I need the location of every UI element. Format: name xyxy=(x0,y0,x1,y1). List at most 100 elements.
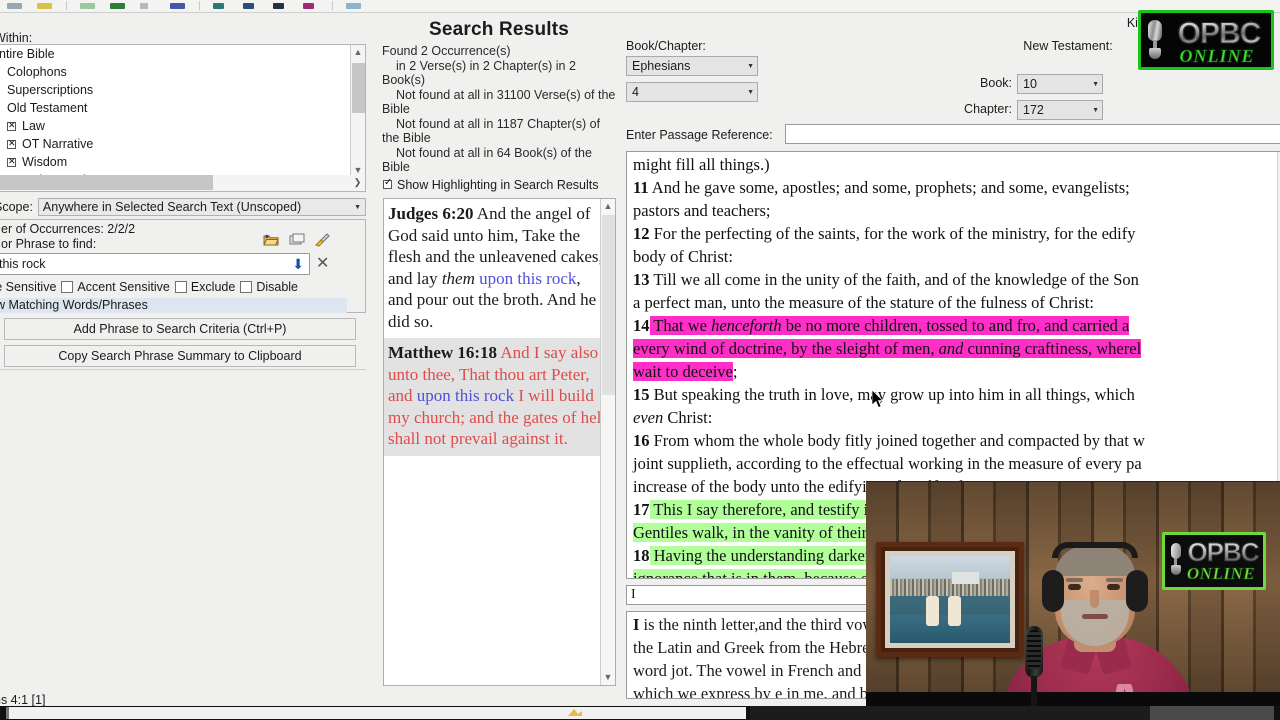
dropdown-arrow-icon[interactable]: ⬇ xyxy=(292,256,307,273)
book-green-icon[interactable] xyxy=(79,0,97,12)
taskbar-segment[interactable] xyxy=(1150,706,1274,720)
book-value: Ephesians xyxy=(632,59,691,73)
within-tree-item[interactable]: OT Narrative xyxy=(0,135,365,153)
checkbox-icon[interactable] xyxy=(7,138,16,149)
copy-icon[interactable] xyxy=(289,233,305,247)
within-tree-item-label: Superscriptions xyxy=(7,83,94,97)
nt-book-label: Book: xyxy=(980,76,1012,90)
copy-summary-button[interactable]: Copy Search Phrase Summary to Clipboard xyxy=(4,345,356,367)
search-results-title: Search Results xyxy=(428,19,570,40)
show-matching-words-item[interactable]: ow Matching Words/Phrases xyxy=(0,298,347,313)
checkbox-icon[interactable] xyxy=(174,281,187,293)
toolbar[interactable] xyxy=(0,0,1280,13)
search-option[interactable]: Disable xyxy=(240,280,298,294)
bible-text-line: a perfect man, unto the measure of the s… xyxy=(633,291,1280,314)
nt-chapter-dropdown[interactable]: 172 ▼ xyxy=(1017,100,1103,120)
back-icon[interactable] xyxy=(6,0,24,12)
search-option[interactable]: Exclude xyxy=(174,280,235,294)
window-icon[interactable] xyxy=(345,0,363,12)
scrollbar-thumb[interactable] xyxy=(602,215,615,395)
scroll-down-icon[interactable]: ▼ xyxy=(601,670,615,685)
wrench-magenta-icon[interactable] xyxy=(302,0,320,12)
within-tree-item[interactable]: Old Testament xyxy=(0,99,365,117)
scroll-up-icon[interactable]: ▲ xyxy=(601,199,615,214)
within-list-scrollbar[interactable]: ▲ ▼ xyxy=(350,45,365,178)
within-tree-item[interactable]: Wisdom xyxy=(0,153,365,171)
clear-search-icon[interactable]: ✕ xyxy=(316,256,329,272)
search-results-stats: Found 2 Occurrence(s) in 2 Verse(s) in 2 … xyxy=(380,41,618,175)
within-horizontal-scrollbar[interactable]: ❯ xyxy=(0,175,366,192)
checkbox-icon[interactable] xyxy=(7,156,16,167)
toolbar-separator xyxy=(199,1,200,10)
search-option[interactable]: se Sensitive xyxy=(0,280,56,294)
show-highlighting-checkbox[interactable]: Show Highlighting in Search Results xyxy=(380,175,618,195)
verse-reference: Matthew 16:18 xyxy=(388,343,498,362)
search-input[interactable]: this rock ⬇ xyxy=(0,253,310,275)
broom-icon[interactable] xyxy=(315,233,331,247)
search-stat-line: Found 2 Occurrence(s) xyxy=(382,44,511,58)
bible-text-line: 11 And he gave some, apostles; and some,… xyxy=(633,176,1280,199)
search-result-verse[interactable]: Judges 6:20 And the angel of God said un… xyxy=(384,199,615,338)
bulb-icon[interactable] xyxy=(36,0,54,12)
chapter-dropdown[interactable]: 4 ▼ xyxy=(626,82,758,102)
bible-text-segment: 14 xyxy=(633,316,650,335)
taskbar-segment[interactable] xyxy=(750,706,1150,720)
taskbar-segment[interactable] xyxy=(1274,706,1280,720)
chevron-down-icon: ▼ xyxy=(1092,106,1099,114)
checkbox-icon[interactable] xyxy=(7,120,16,131)
within-tree-rows[interactable]: ntire Bible Colophons Superscriptions Old T… xyxy=(0,45,365,178)
mouse-cursor xyxy=(872,390,884,408)
within-tree-item[interactable]: ntire Bible xyxy=(0,45,365,63)
bible-text-segment: Till we all come in the unity of the fai… xyxy=(649,270,1139,289)
nt-book-dropdown[interactable]: 10 ▼ xyxy=(1017,74,1103,94)
left-panel-empty-area xyxy=(0,369,366,689)
passage-reference-input[interactable] xyxy=(785,124,1280,144)
bible-text-segment: wait to deceive xyxy=(633,362,733,381)
search-results-list[interactable]: Judges 6:20 And the angel of God said un… xyxy=(383,198,616,686)
taskbar[interactable] xyxy=(0,706,1280,720)
toolbar-separator xyxy=(332,1,333,10)
folder-open-icon[interactable] xyxy=(263,233,279,247)
scrollbar-thumb[interactable] xyxy=(352,63,365,113)
wrench-teal-icon[interactable] xyxy=(212,0,230,12)
arrow-green-icon[interactable] xyxy=(109,0,127,12)
bible-text-segment: a perfect man, unto the measure of the s… xyxy=(633,293,1094,312)
search-option-label: Accent Sensitive xyxy=(77,280,170,294)
bible-text-line: pastors and teachers; xyxy=(633,199,1280,222)
checkbox-icon[interactable] xyxy=(240,281,253,293)
scroll-up-icon[interactable]: ▲ xyxy=(351,45,365,60)
scroll-right-icon[interactable]: ❯ xyxy=(350,175,365,190)
bible-text-segment: every wind of doctrine, by the sleight o… xyxy=(633,339,939,358)
wrench-blue-icon[interactable] xyxy=(242,0,260,12)
bible-text-segment: 13 xyxy=(633,270,650,289)
within-tree-item[interactable]: Superscriptions xyxy=(0,81,365,99)
search-option[interactable]: Accent Sensitive xyxy=(61,280,170,294)
pencil-icon[interactable] xyxy=(139,0,157,12)
wrench-dark-icon[interactable] xyxy=(272,0,290,12)
search-result-verse[interactable]: Matthew 16:18 And I say also unto thee, … xyxy=(384,338,615,456)
within-tree-list[interactable]: ntire Bible Colophons Superscriptions Old T… xyxy=(0,44,366,179)
nt-chapter-value: 172 xyxy=(1023,103,1044,117)
webcam-overlay[interactable]: OPBC ONLINE xyxy=(866,481,1280,706)
scope-dropdown[interactable]: Anywhere in Selected Search Text (Unscop… xyxy=(37,198,366,216)
checkbox-icon[interactable] xyxy=(383,177,392,189)
book-blue-icon[interactable] xyxy=(169,0,187,12)
search-option-label: Disable xyxy=(256,280,298,294)
verse-text-segment: them xyxy=(441,268,475,288)
checkbox-icon[interactable] xyxy=(61,281,74,293)
taskbar-icon[interactable] xyxy=(566,707,584,719)
bible-text-segment: From whom the whole body fitly joined to… xyxy=(649,431,1145,450)
criteria-icon-group[interactable] xyxy=(263,233,331,247)
chevron-down-icon: ▼ xyxy=(747,88,754,96)
within-tree-item[interactable]: Colophons xyxy=(0,63,365,81)
book-dropdown[interactable]: Ephesians ▼ xyxy=(626,56,758,76)
hscrollbar-thumb[interactable] xyxy=(0,175,213,190)
within-tree-item[interactable]: Law xyxy=(0,117,365,135)
bible-text-segment: ; xyxy=(732,362,738,381)
search-results-verses[interactable]: Judges 6:20 And the angel of God said un… xyxy=(384,199,615,456)
results-scrollbar[interactable]: ▲ ▼ xyxy=(600,199,615,685)
wall-sign-sub-text: ONLINE xyxy=(1186,564,1256,584)
taskbar-app-button[interactable] xyxy=(6,707,746,719)
add-phrase-button[interactable]: Add Phrase to Search Criteria (Ctrl+P) xyxy=(4,318,356,340)
within-tree-item-label: Wisdom xyxy=(22,155,68,169)
